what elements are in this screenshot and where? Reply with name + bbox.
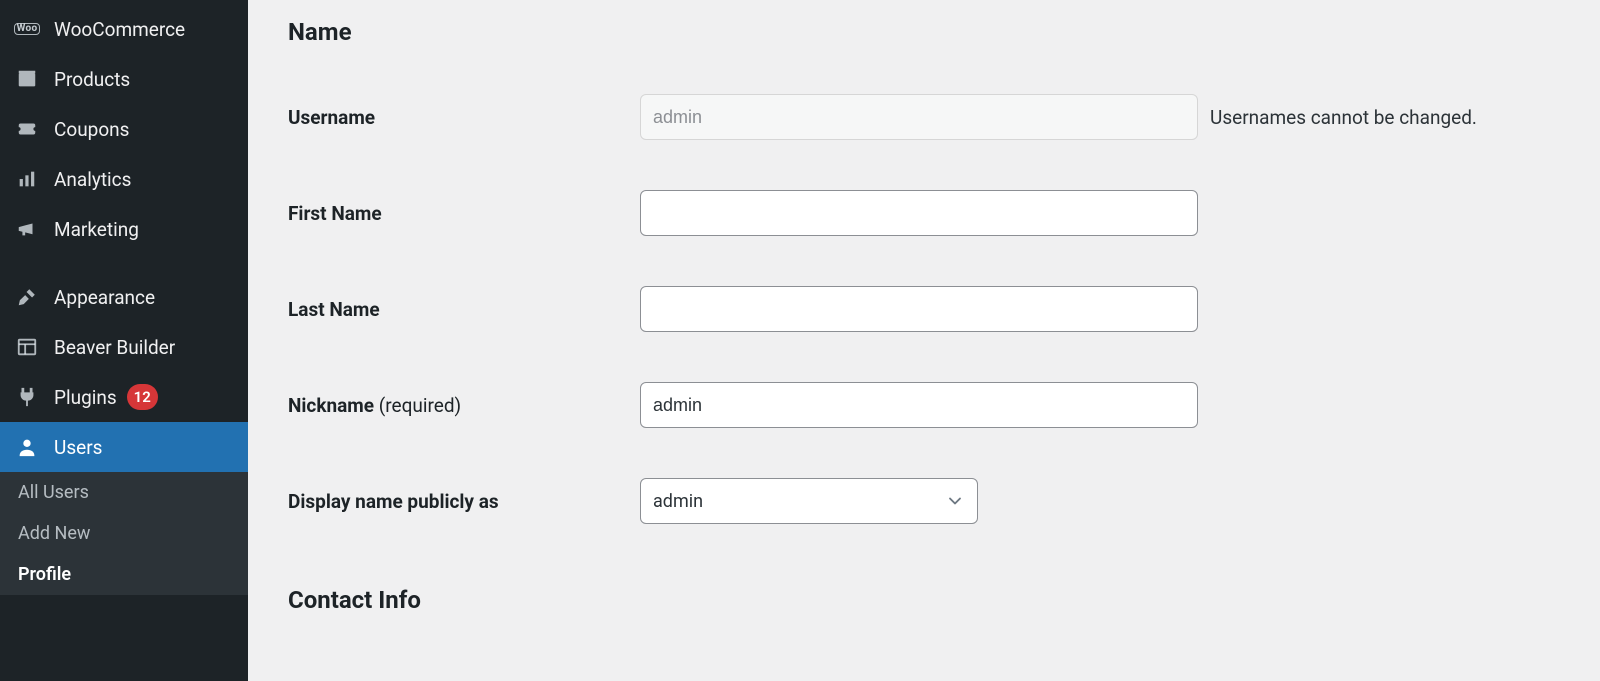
label-username: Username	[288, 106, 640, 129]
submenu-item-add-new[interactable]: Add New	[0, 513, 248, 554]
username-input	[640, 94, 1198, 140]
sidebar-item-woocommerce[interactable]: Woo WooCommerce	[0, 4, 248, 54]
row-last-name: Last Name	[288, 286, 1560, 332]
analytics-icon	[14, 166, 40, 192]
row-username: Username Usernames cannot be changed.	[288, 94, 1560, 140]
username-hint: Usernames cannot be changed.	[1210, 106, 1477, 129]
sidebar-item-plugins[interactable]: Plugins 12	[0, 372, 248, 422]
submenu-item-all-users[interactable]: All Users	[0, 472, 248, 513]
label-display-name: Display name publicly as	[288, 490, 640, 513]
row-nickname: Nickname (required)	[288, 382, 1560, 428]
sidebar-item-label: WooCommerce	[54, 20, 185, 39]
nickname-input[interactable]	[640, 382, 1198, 428]
display-name-select[interactable]: admin	[640, 478, 978, 524]
section-heading-contact-info: Contact Info	[288, 586, 1560, 614]
sidebar-item-products[interactable]: Products	[0, 54, 248, 104]
sidebar-item-label: Marketing	[54, 220, 139, 239]
products-icon	[14, 66, 40, 92]
row-first-name: First Name	[288, 190, 1560, 236]
sidebar-item-label: Products	[54, 70, 130, 89]
woocommerce-icon: Woo	[14, 16, 40, 42]
beaver-builder-icon	[14, 334, 40, 360]
appearance-icon	[14, 284, 40, 310]
sidebar-item-label: Beaver Builder	[54, 338, 175, 357]
section-heading-name: Name	[288, 18, 1560, 46]
plugins-update-badge: 12	[127, 384, 158, 410]
profile-form: Name Username Usernames cannot be change…	[248, 0, 1600, 681]
sidebar-item-users[interactable]: Users	[0, 422, 248, 472]
row-display-name: Display name publicly as admin	[288, 478, 1560, 524]
label-nickname: Nickname (required)	[288, 394, 640, 417]
sidebar-item-coupons[interactable]: Coupons	[0, 104, 248, 154]
sidebar-item-marketing[interactable]: Marketing	[0, 204, 248, 254]
submenu-item-profile[interactable]: Profile	[0, 554, 248, 595]
users-submenu: All Users Add New Profile	[0, 472, 248, 595]
label-first-name: First Name	[288, 202, 640, 225]
sidebar-item-beaver-builder[interactable]: Beaver Builder	[0, 322, 248, 372]
sidebar-item-label: Analytics	[54, 170, 131, 189]
admin-sidebar: Woo WooCommerce Products Coupons Analyti…	[0, 0, 248, 681]
label-last-name: Last Name	[288, 298, 640, 321]
sidebar-item-label: Coupons	[54, 120, 129, 139]
marketing-icon	[14, 216, 40, 242]
coupons-icon	[14, 116, 40, 142]
label-nickname-text: Nickname	[288, 394, 374, 417]
plugins-icon	[14, 384, 40, 410]
users-icon	[14, 434, 40, 460]
sidebar-item-label: Plugins	[54, 388, 117, 407]
first-name-input[interactable]	[640, 190, 1198, 236]
sidebar-item-appearance[interactable]: Appearance	[0, 272, 248, 322]
last-name-input[interactable]	[640, 286, 1198, 332]
sidebar-item-analytics[interactable]: Analytics	[0, 154, 248, 204]
display-name-selected: admin	[653, 491, 703, 512]
label-nickname-required: (required)	[379, 394, 461, 417]
sidebar-item-label: Appearance	[54, 288, 155, 307]
chevron-down-icon	[945, 491, 965, 511]
sidebar-item-label: Users	[54, 438, 102, 457]
